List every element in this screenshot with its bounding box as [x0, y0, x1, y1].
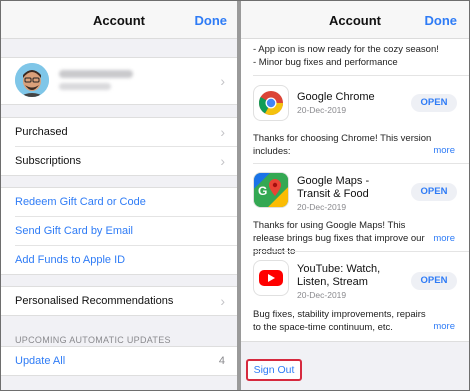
- subscriptions-label: Subscriptions: [15, 155, 82, 167]
- row-divider: [253, 75, 469, 76]
- update-count: 4: [218, 355, 225, 367]
- chrome-release-notes: Thanks for choosing Chrome! This version…: [253, 133, 432, 157]
- chevron-right-icon: ›: [220, 124, 225, 140]
- chevron-right-icon: ›: [220, 153, 225, 169]
- avatar: [15, 63, 49, 97]
- purchased-row[interactable]: Purchased ›: [1, 118, 237, 147]
- blurred-username: [59, 70, 133, 78]
- maps-more-link[interactable]: more: [433, 233, 455, 244]
- maps-open-button[interactable]: OPEN: [411, 183, 457, 201]
- memoji-avatar-icon: [15, 63, 49, 97]
- add-funds-link: Add Funds to Apple ID: [15, 254, 126, 266]
- recommendations-group: Personalised Recommendations ›: [1, 286, 237, 316]
- maps-update-date: 20-Dec-2019: [297, 202, 347, 212]
- done-button-right[interactable]: Done: [425, 13, 458, 28]
- account-pane-left: Account Done › Purchased › Subscriptions…: [1, 1, 237, 390]
- chevron-right-icon: ›: [220, 73, 225, 89]
- previous-app-notes: - App icon is now ready for the cozy sea…: [253, 43, 459, 69]
- youtube-open-button[interactable]: OPEN: [411, 272, 457, 290]
- redeem-gift-card-row[interactable]: Redeem Gift Card or Code: [1, 188, 237, 217]
- google-maps-icon[interactable]: G: [253, 172, 289, 208]
- chrome-open-button[interactable]: OPEN: [411, 94, 457, 112]
- chevron-right-icon: ›: [220, 293, 225, 309]
- youtube-release-notes: Bug fixes, stability improvements, repai…: [253, 309, 426, 333]
- purchased-label: Purchased: [15, 126, 68, 138]
- subscriptions-row[interactable]: Subscriptions ›: [1, 147, 237, 176]
- gift-card-group: Redeem Gift Card or Code Send Gift Card …: [1, 187, 237, 275]
- row-divider: [253, 251, 469, 252]
- chrome-icon[interactable]: [253, 85, 289, 121]
- nav-bar-right: Account Done: [241, 1, 469, 39]
- row-divider: [253, 163, 469, 164]
- personalised-recommendations-label: Personalised Recommendations: [15, 295, 174, 307]
- youtube-update-date: 20-Dec-2019: [297, 290, 347, 300]
- upcoming-updates-header: UPCOMING AUTOMATIC UPDATES: [15, 335, 171, 345]
- send-gift-card-link: Send Gift Card by Email: [15, 225, 133, 237]
- chrome-update-date: 20-Dec-2019: [297, 105, 347, 115]
- update-all-group: Update All 4: [1, 346, 237, 376]
- redeem-gift-card-link: Redeem Gift Card or Code: [15, 196, 146, 208]
- personalised-recommendations-row[interactable]: Personalised Recommendations ›: [1, 287, 237, 316]
- purchases-group: Purchased › Subscriptions ›: [1, 117, 237, 176]
- maps-app-name: Google Maps - Transit & Food: [297, 175, 370, 200]
- note-line: - App icon is now ready for the cozy sea…: [253, 44, 439, 55]
- youtube-app-name: YouTube: Watch, Listen, Stream: [297, 263, 381, 288]
- account-pane-right: Account Done - App icon is now ready for…: [241, 1, 469, 390]
- maps-release-notes: Thanks for using Google Maps! This relea…: [253, 219, 429, 258]
- nav-bar-left: Account Done: [1, 1, 237, 39]
- youtube-more-link[interactable]: more: [433, 321, 455, 332]
- svg-text:G: G: [258, 184, 267, 198]
- sign-out-button[interactable]: Sign Out: [246, 359, 302, 381]
- chrome-more-link[interactable]: more: [433, 145, 455, 156]
- update-all-link: Update All: [15, 355, 66, 367]
- sign-out-section: Sign Out: [241, 341, 469, 390]
- update-all-row[interactable]: Update All 4: [1, 347, 237, 376]
- done-button-left[interactable]: Done: [195, 13, 228, 28]
- add-funds-row[interactable]: Add Funds to Apple ID: [1, 246, 237, 275]
- chrome-app-name: Google Chrome: [297, 91, 375, 103]
- screenshot-frame: Account Done › Purchased › Subscriptions…: [0, 0, 470, 391]
- youtube-icon[interactable]: [253, 260, 289, 296]
- blurred-email: [59, 83, 111, 90]
- maps-release-notes-text: Thanks for using Google Maps! This relea…: [253, 220, 425, 257]
- send-gift-card-row[interactable]: Send Gift Card by Email: [1, 217, 237, 246]
- note-line: - Minor bug fixes and performance: [253, 57, 398, 68]
